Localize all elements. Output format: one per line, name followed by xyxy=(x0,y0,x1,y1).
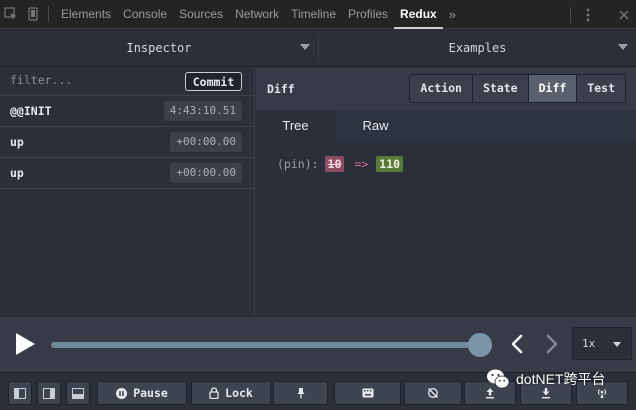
layout-right-icon xyxy=(43,387,55,399)
view-tab-bar: Tree Raw xyxy=(256,110,636,142)
monitor-selector-row: Inspector Examples xyxy=(0,29,636,67)
device-mode-icon[interactable] xyxy=(22,0,44,29)
diff-entry: (pin): 10 => 110 xyxy=(277,156,404,172)
more-tabs-button[interactable]: » xyxy=(443,7,462,22)
inspect-element-icon[interactable] xyxy=(0,0,22,29)
lock-button[interactable]: Lock xyxy=(191,381,271,405)
diff-new-value: 110 xyxy=(376,156,404,172)
inspector-header: Diff Action State Diff Test xyxy=(256,68,636,110)
action-list-pane: filter... Commit @@INIT 4:43:10.51 up +0… xyxy=(0,68,255,316)
pin-icon xyxy=(297,388,304,399)
inspector-tab-group: Action State Diff Test xyxy=(409,74,626,103)
monitor-select[interactable]: Inspector xyxy=(0,29,318,67)
tab-sources[interactable]: Sources xyxy=(173,0,229,29)
inspector-title: Diff xyxy=(267,82,295,96)
devtools-tab-bar: Elements Console Sources Network Timelin… xyxy=(0,0,636,29)
filter-row: filter... Commit xyxy=(0,68,254,96)
filter-input[interactable]: filter... xyxy=(10,73,72,87)
slider-track[interactable] xyxy=(51,342,480,348)
tab-elements[interactable]: Elements xyxy=(55,0,117,29)
action-list-item[interactable]: up +00:00.00 xyxy=(0,158,254,189)
tab-action[interactable]: Action xyxy=(410,75,473,102)
tab-profiles[interactable]: Profiles xyxy=(342,0,394,29)
watermark: dotNET跨平台 xyxy=(486,368,605,390)
examples-select-value: Examples xyxy=(448,41,507,55)
lock-label: Lock xyxy=(225,386,253,400)
diff-arrow: => xyxy=(354,157,369,171)
toolbar-divider xyxy=(570,6,571,23)
lock-icon xyxy=(209,387,219,399)
chevron-down-icon xyxy=(300,44,310,50)
watermark-text: dotNET跨平台 xyxy=(516,371,606,387)
action-name: up xyxy=(10,166,24,180)
tab-state[interactable]: State xyxy=(472,75,529,102)
action-name: @@INIT xyxy=(10,104,52,118)
dock-bottom-button[interactable] xyxy=(66,381,90,405)
dock-left-button[interactable] xyxy=(8,381,32,405)
playback-slider-bar: 1x xyxy=(0,317,636,372)
step-forward-icon[interactable] xyxy=(545,334,559,354)
pause-icon xyxy=(116,387,128,399)
toolbar-divider xyxy=(48,6,49,22)
dispatcher-button[interactable] xyxy=(334,381,401,405)
slider-thumb[interactable] xyxy=(468,333,492,357)
action-list-item[interactable]: up +00:00.00 xyxy=(0,127,254,158)
playback-speed-select[interactable]: 1x xyxy=(572,327,632,360)
inspector-pane: Diff Action State Diff Test Tree Raw (pi… xyxy=(256,68,636,316)
tab-console[interactable]: Console xyxy=(117,0,173,29)
tab-tree[interactable]: Tree xyxy=(256,110,335,142)
action-timestamp: +00:00.00 xyxy=(170,132,242,152)
close-icon[interactable] xyxy=(613,0,635,29)
chevron-down-icon xyxy=(618,44,628,50)
playback-speed-value: 1x xyxy=(582,337,596,350)
keyboard-icon xyxy=(362,388,373,398)
action-timestamp: +00:00.00 xyxy=(170,163,242,183)
step-back-icon[interactable] xyxy=(510,334,524,354)
action-timestamp: 4:43:10.51 xyxy=(163,101,242,121)
layout-bottom-icon xyxy=(72,387,84,399)
tab-redux[interactable]: Redux xyxy=(394,0,443,29)
chevron-down-icon xyxy=(613,342,621,347)
tab-raw[interactable]: Raw xyxy=(335,110,416,142)
layout-left-icon xyxy=(14,387,26,399)
action-name: up xyxy=(10,135,24,149)
wechat-logo-icon xyxy=(487,369,510,389)
examples-select[interactable]: Examples xyxy=(319,29,636,67)
dock-right-button[interactable] xyxy=(37,381,61,405)
tab-network[interactable]: Network xyxy=(229,0,285,29)
pause-button[interactable]: Pause xyxy=(97,381,187,405)
sync-off-icon xyxy=(428,388,438,398)
persist-button[interactable] xyxy=(273,381,328,405)
sync-button[interactable] xyxy=(404,381,462,405)
play-icon[interactable] xyxy=(16,333,35,355)
diff-old-value: 10 xyxy=(324,156,345,172)
diff-key: (pin): xyxy=(277,157,319,171)
tab-diff[interactable]: Diff xyxy=(528,75,578,102)
tab-test[interactable]: Test xyxy=(577,75,625,102)
kebab-menu-icon[interactable] xyxy=(577,0,599,29)
commit-button[interactable]: Commit xyxy=(185,72,242,91)
monitor-select-value: Inspector xyxy=(126,41,192,55)
pause-label: Pause xyxy=(133,386,168,400)
action-list-item[interactable]: @@INIT 4:43:10.51 xyxy=(0,96,254,127)
tab-timeline[interactable]: Timeline xyxy=(285,0,342,29)
